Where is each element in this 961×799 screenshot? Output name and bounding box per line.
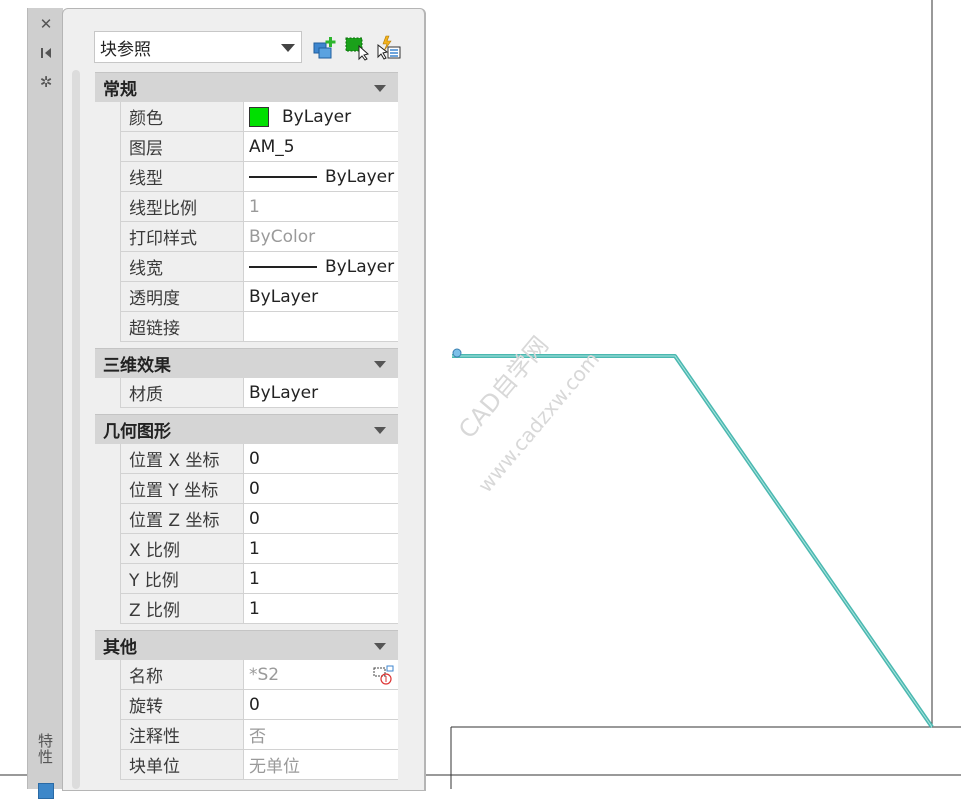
prop-row-material[interactable]: 材质 ByLayer	[120, 378, 398, 408]
prop-name-scalex: X 比例	[120, 534, 244, 563]
section-3d-header[interactable]: 三维效果	[95, 348, 398, 378]
prop-value-name: *S2	[244, 660, 398, 689]
prop-value-posy[interactable]: 0	[244, 474, 398, 503]
prop-name-rotation: 旋转	[120, 690, 244, 719]
prop-value-plotstyle: ByColor	[244, 222, 398, 251]
prop-name-color: 颜色	[120, 102, 244, 131]
prop-row-blockunit[interactable]: 块单位 无单位	[120, 750, 398, 780]
linetype-sample	[249, 175, 317, 178]
prop-value-scalex[interactable]: 1	[244, 534, 398, 563]
prop-row-name[interactable]: 名称 *S2	[120, 660, 398, 690]
lineweight-value-text: ByLayer	[325, 256, 395, 277]
object-type-value: 块参照	[100, 39, 151, 60]
prop-name-scalez: Z 比例	[120, 594, 244, 623]
prop-value-layer[interactable]: AM_5	[244, 132, 398, 161]
linetype-value-text: ByLayer	[325, 166, 395, 187]
collapse-arrow-icon	[374, 643, 386, 650]
selected-polyline[interactable]	[452, 354, 934, 729]
prop-name-transparency: 透明度	[120, 282, 244, 311]
palette-title-strip[interactable]: ✕ ✲ 特性	[27, 8, 63, 799]
prop-row-linetype[interactable]: 线型 ByLayer	[120, 162, 398, 192]
settings-icon[interactable]: ✲	[36, 72, 56, 92]
prop-value-scaley[interactable]: 1	[244, 564, 398, 593]
prop-row-scalex[interactable]: X 比例 1	[120, 534, 398, 564]
prop-value-blockunit: 无单位	[244, 750, 398, 779]
prop-name-annotative: 注释性	[120, 720, 244, 749]
quick-select-icon[interactable]	[376, 35, 402, 61]
prop-value-color[interactable]: ByLayer	[244, 102, 398, 131]
block-editor-icon[interactable]	[373, 665, 395, 685]
prop-row-ltscale[interactable]: 线型比例 1	[120, 192, 398, 222]
selected-polyline-highlight	[452, 355, 933, 728]
prop-name-hyperlink: 超链接	[120, 312, 244, 341]
prop-name-posx: 位置 X 坐标	[120, 444, 244, 473]
prop-name-lineweight: 线宽	[120, 252, 244, 281]
prop-name-ltscale: 线型比例	[120, 192, 244, 221]
prop-value-linetype[interactable]: ByLayer	[244, 162, 398, 191]
prop-value-transparency[interactable]: ByLayer	[244, 282, 398, 311]
name-value-text: *S2	[249, 664, 280, 685]
palette-title: 特性	[36, 733, 54, 765]
prop-row-annotative[interactable]: 注释性 否	[120, 720, 398, 750]
grip-icon[interactable]	[452, 348, 462, 358]
prop-row-posx[interactable]: 位置 X 坐标 0	[120, 444, 398, 474]
prop-value-scalez[interactable]: 1	[244, 594, 398, 623]
section-general-title: 常规	[103, 80, 137, 100]
prop-row-lineweight[interactable]: 线宽 ByLayer	[120, 252, 398, 282]
object-type-selector[interactable]: 块参照	[94, 31, 302, 63]
prop-value-material[interactable]: ByLayer	[244, 378, 398, 407]
prop-row-posy[interactable]: 位置 Y 坐标 0	[120, 474, 398, 504]
chevron-down-icon	[281, 44, 295, 52]
prop-name-scaley: Y 比例	[120, 564, 244, 593]
color-value-text: ByLayer	[282, 106, 352, 127]
section-3d-title: 三维效果	[103, 356, 171, 376]
close-icon[interactable]: ✕	[36, 14, 56, 34]
auto-hide-icon[interactable]	[36, 43, 56, 63]
section-misc-header[interactable]: 其他	[95, 630, 398, 660]
prop-value-ltscale: 1	[244, 192, 398, 221]
section-misc-title: 其他	[103, 638, 137, 658]
prop-row-rotation[interactable]: 旋转 0	[120, 690, 398, 720]
prop-row-scalez[interactable]: Z 比例 1	[120, 594, 398, 624]
prop-name-posy: 位置 Y 坐标	[120, 474, 244, 503]
prop-name-plotstyle: 打印样式	[120, 222, 244, 251]
prop-row-color[interactable]: 颜色 ByLayer	[120, 102, 398, 132]
color-swatch	[249, 106, 269, 127]
prop-row-transparency[interactable]: 透明度 ByLayer	[120, 282, 398, 312]
watermark: CAD自学网 www.cadzxw.com	[453, 331, 604, 497]
prop-row-layer[interactable]: 图层 AM_5	[120, 132, 398, 162]
prop-value-annotative: 否	[244, 720, 398, 749]
prop-row-plotstyle[interactable]: 打印样式 ByColor	[120, 222, 398, 252]
section-geometry-header[interactable]: 几何图形	[95, 414, 398, 444]
prop-name-name: 名称	[120, 660, 244, 689]
prop-row-posz[interactable]: 位置 Z 坐标 0	[120, 504, 398, 534]
scrollbar[interactable]	[72, 70, 80, 789]
prop-name-layer: 图层	[120, 132, 244, 161]
select-objects-icon[interactable]	[344, 35, 370, 61]
prop-row-hyperlink[interactable]: 超链接	[120, 312, 398, 342]
section-geometry-title: 几何图形	[103, 422, 171, 442]
collapse-arrow-icon	[374, 361, 386, 368]
lineweight-sample	[249, 265, 317, 268]
collapse-arrow-icon	[374, 85, 386, 92]
prop-value-lineweight[interactable]: ByLayer	[244, 252, 398, 281]
section-general-header[interactable]: 常规	[95, 72, 398, 102]
collapse-arrow-icon	[374, 427, 386, 434]
prop-name-material: 材质	[120, 378, 244, 407]
prop-value-posx[interactable]: 0	[244, 444, 398, 473]
prop-value-rotation[interactable]: 0	[244, 690, 398, 719]
prop-name-posz: 位置 Z 坐标	[120, 504, 244, 533]
toggle-pickadd-icon[interactable]	[312, 35, 338, 61]
palette-tab-icon[interactable]	[38, 783, 54, 799]
prop-row-scaley[interactable]: Y 比例 1	[120, 564, 398, 594]
prop-value-posz[interactable]: 0	[244, 504, 398, 533]
prop-value-hyperlink[interactable]	[244, 312, 398, 341]
prop-name-linetype: 线型	[120, 162, 244, 191]
prop-name-blockunit: 块单位	[120, 750, 244, 779]
